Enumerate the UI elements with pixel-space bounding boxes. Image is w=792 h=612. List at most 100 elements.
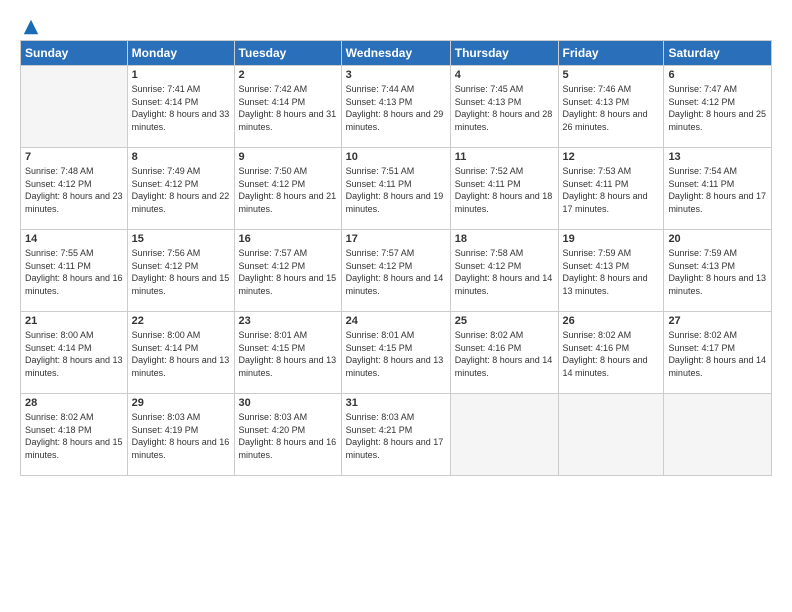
day-number: 10: [346, 151, 446, 163]
cell-info: Sunrise: 7:57 AMSunset: 4:12 PMDaylight:…: [239, 247, 337, 297]
day-number: 4: [455, 69, 554, 81]
calendar-cell: [450, 394, 558, 476]
calendar-cell: 17 Sunrise: 7:57 AMSunset: 4:12 PMDayligh…: [341, 230, 450, 312]
day-number: 27: [668, 315, 767, 327]
cell-info: Sunrise: 7:56 AMSunset: 4:12 PMDaylight:…: [132, 247, 230, 297]
calendar-cell: 16 Sunrise: 7:57 AMSunset: 4:12 PMDayligh…: [234, 230, 341, 312]
weekday-header: Sunday: [21, 41, 128, 66]
day-number: 1: [132, 69, 230, 81]
calendar-cell: 1 Sunrise: 7:41 AMSunset: 4:14 PMDaylight…: [127, 66, 234, 148]
cell-info: Sunrise: 7:42 AMSunset: 4:14 PMDaylight:…: [239, 83, 337, 133]
calendar-cell: 29Sunrise: 8:03 AMSunset: 4:19 PMDayligh…: [127, 394, 234, 476]
cell-info: Sunrise: 7:51 AMSunset: 4:11 PMDaylight:…: [346, 165, 446, 215]
calendar-week-row: 21Sunrise: 8:00 AMSunset: 4:14 PMDayligh…: [21, 312, 772, 394]
day-number: 13: [668, 151, 767, 163]
day-number: 8: [132, 151, 230, 163]
cell-info: Sunrise: 7:41 AMSunset: 4:14 PMDaylight:…: [132, 83, 230, 133]
cell-info: Sunrise: 8:02 AMSunset: 4:16 PMDaylight:…: [455, 329, 554, 379]
day-number: 3: [346, 69, 446, 81]
day-number: 11: [455, 151, 554, 163]
cell-info: Sunrise: 7:57 AMSunset: 4:12 PMDaylight:…: [346, 247, 446, 297]
cell-info: Sunrise: 7:49 AMSunset: 4:12 PMDaylight:…: [132, 165, 230, 215]
logo-text: [20, 18, 40, 36]
weekday-header: Thursday: [450, 41, 558, 66]
calendar-cell: 15Sunrise: 7:56 AMSunset: 4:12 PMDayligh…: [127, 230, 234, 312]
weekday-header: Friday: [558, 41, 664, 66]
calendar-cell: 7Sunrise: 7:48 AMSunset: 4:12 PMDaylight…: [21, 148, 128, 230]
calendar-cell: 19 Sunrise: 7:59 AMSunset: 4:13 PMDayligh…: [558, 230, 664, 312]
calendar-cell: [21, 66, 128, 148]
logo-icon: [22, 18, 40, 36]
day-number: 9: [239, 151, 337, 163]
day-number: 5: [563, 69, 660, 81]
header: [20, 18, 772, 32]
cell-info: Sunrise: 7:45 AMSunset: 4:13 PMDaylight:…: [455, 83, 554, 133]
cell-info: Sunrise: 7:48 AMSunset: 4:12 PMDaylight:…: [25, 165, 123, 215]
cell-info: Sunrise: 8:03 AMSunset: 4:21 PMDaylight:…: [346, 411, 446, 461]
calendar-cell: 24 Sunrise: 8:01 AMSunset: 4:15 PMDayligh…: [341, 312, 450, 394]
cell-info: Sunrise: 8:03 AMSunset: 4:20 PMDaylight:…: [239, 411, 337, 461]
day-number: 29: [132, 397, 230, 409]
calendar-cell: 4 Sunrise: 7:45 AMSunset: 4:13 PMDaylight…: [450, 66, 558, 148]
calendar-cell: 12Sunrise: 7:53 AMSunset: 4:11 PMDayligh…: [558, 148, 664, 230]
weekday-header: Saturday: [664, 41, 772, 66]
calendar-cell: 6 Sunrise: 7:47 AMSunset: 4:12 PMDaylight…: [664, 66, 772, 148]
calendar-cell: 21Sunrise: 8:00 AMSunset: 4:14 PMDayligh…: [21, 312, 128, 394]
calendar-cell: 5 Sunrise: 7:46 AMSunset: 4:13 PMDaylight…: [558, 66, 664, 148]
weekday-header-row: SundayMondayTuesdayWednesdayThursdayFrid…: [21, 41, 772, 66]
weekday-header: Wednesday: [341, 41, 450, 66]
cell-info: Sunrise: 8:02 AMSunset: 4:17 PMDaylight:…: [668, 329, 767, 379]
calendar-cell: 14 Sunrise: 7:55 AMSunset: 4:11 PMDayligh…: [21, 230, 128, 312]
cell-info: Sunrise: 7:55 AMSunset: 4:11 PMDaylight:…: [25, 247, 123, 297]
calendar-cell: [558, 394, 664, 476]
day-number: 30: [239, 397, 337, 409]
calendar-cell: 13 Sunrise: 7:54 AMSunset: 4:11 PMDayligh…: [664, 148, 772, 230]
day-number: 20: [668, 233, 767, 245]
calendar-cell: 31 Sunrise: 8:03 AMSunset: 4:21 PMDayligh…: [341, 394, 450, 476]
calendar-cell: 25 Sunrise: 8:02 AMSunset: 4:16 PMDayligh…: [450, 312, 558, 394]
day-number: 18: [455, 233, 554, 245]
cell-info: Sunrise: 8:01 AMSunset: 4:15 PMDaylight:…: [346, 329, 446, 379]
cell-info: Sunrise: 7:47 AMSunset: 4:12 PMDaylight:…: [668, 83, 767, 133]
day-number: 31: [346, 397, 446, 409]
calendar-cell: 20Sunrise: 7:59 AMSunset: 4:13 PMDayligh…: [664, 230, 772, 312]
day-number: 21: [25, 315, 123, 327]
day-number: 14: [25, 233, 123, 245]
cell-info: Sunrise: 8:01 AMSunset: 4:15 PMDaylight:…: [239, 329, 337, 379]
cell-info: Sunrise: 7:58 AMSunset: 4:12 PMDaylight:…: [455, 247, 554, 297]
calendar-week-row: 14 Sunrise: 7:55 AMSunset: 4:11 PMDayligh…: [21, 230, 772, 312]
calendar-cell: 22Sunrise: 8:00 AMSunset: 4:14 PMDayligh…: [127, 312, 234, 394]
day-number: 19: [563, 233, 660, 245]
day-number: 16: [239, 233, 337, 245]
day-number: 6: [668, 69, 767, 81]
weekday-header: Tuesday: [234, 41, 341, 66]
calendar-cell: 23 Sunrise: 8:01 AMSunset: 4:15 PMDayligh…: [234, 312, 341, 394]
day-number: 24: [346, 315, 446, 327]
calendar-cell: 18 Sunrise: 7:58 AMSunset: 4:12 PMDayligh…: [450, 230, 558, 312]
calendar-cell: 11 Sunrise: 7:52 AMSunset: 4:11 PMDayligh…: [450, 148, 558, 230]
cell-info: Sunrise: 7:50 AMSunset: 4:12 PMDaylight:…: [239, 165, 337, 215]
day-number: 26: [563, 315, 660, 327]
day-number: 17: [346, 233, 446, 245]
calendar-week-row: 1 Sunrise: 7:41 AMSunset: 4:14 PMDaylight…: [21, 66, 772, 148]
logo: [20, 18, 40, 32]
cell-info: Sunrise: 7:46 AMSunset: 4:13 PMDaylight:…: [563, 83, 660, 133]
day-number: 23: [239, 315, 337, 327]
cell-info: Sunrise: 7:54 AMSunset: 4:11 PMDaylight:…: [668, 165, 767, 215]
calendar-cell: 10 Sunrise: 7:51 AMSunset: 4:11 PMDayligh…: [341, 148, 450, 230]
cell-info: Sunrise: 7:59 AMSunset: 4:13 PMDaylight:…: [563, 247, 660, 297]
cell-info: Sunrise: 7:44 AMSunset: 4:13 PMDaylight:…: [346, 83, 446, 133]
weekday-header: Monday: [127, 41, 234, 66]
calendar-cell: [664, 394, 772, 476]
cell-info: Sunrise: 8:02 AMSunset: 4:16 PMDaylight:…: [563, 329, 660, 379]
day-number: 28: [25, 397, 123, 409]
calendar-week-row: 7Sunrise: 7:48 AMSunset: 4:12 PMDaylight…: [21, 148, 772, 230]
calendar-cell: 8 Sunrise: 7:49 AMSunset: 4:12 PMDaylight…: [127, 148, 234, 230]
calendar-cell: 9 Sunrise: 7:50 AMSunset: 4:12 PMDaylight…: [234, 148, 341, 230]
day-number: 22: [132, 315, 230, 327]
day-number: 25: [455, 315, 554, 327]
calendar-cell: 27 Sunrise: 8:02 AMSunset: 4:17 PMDayligh…: [664, 312, 772, 394]
cell-info: Sunrise: 7:52 AMSunset: 4:11 PMDaylight:…: [455, 165, 554, 215]
page: SundayMondayTuesdayWednesdayThursdayFrid…: [0, 0, 792, 612]
cell-info: Sunrise: 8:02 AMSunset: 4:18 PMDaylight:…: [25, 411, 123, 461]
